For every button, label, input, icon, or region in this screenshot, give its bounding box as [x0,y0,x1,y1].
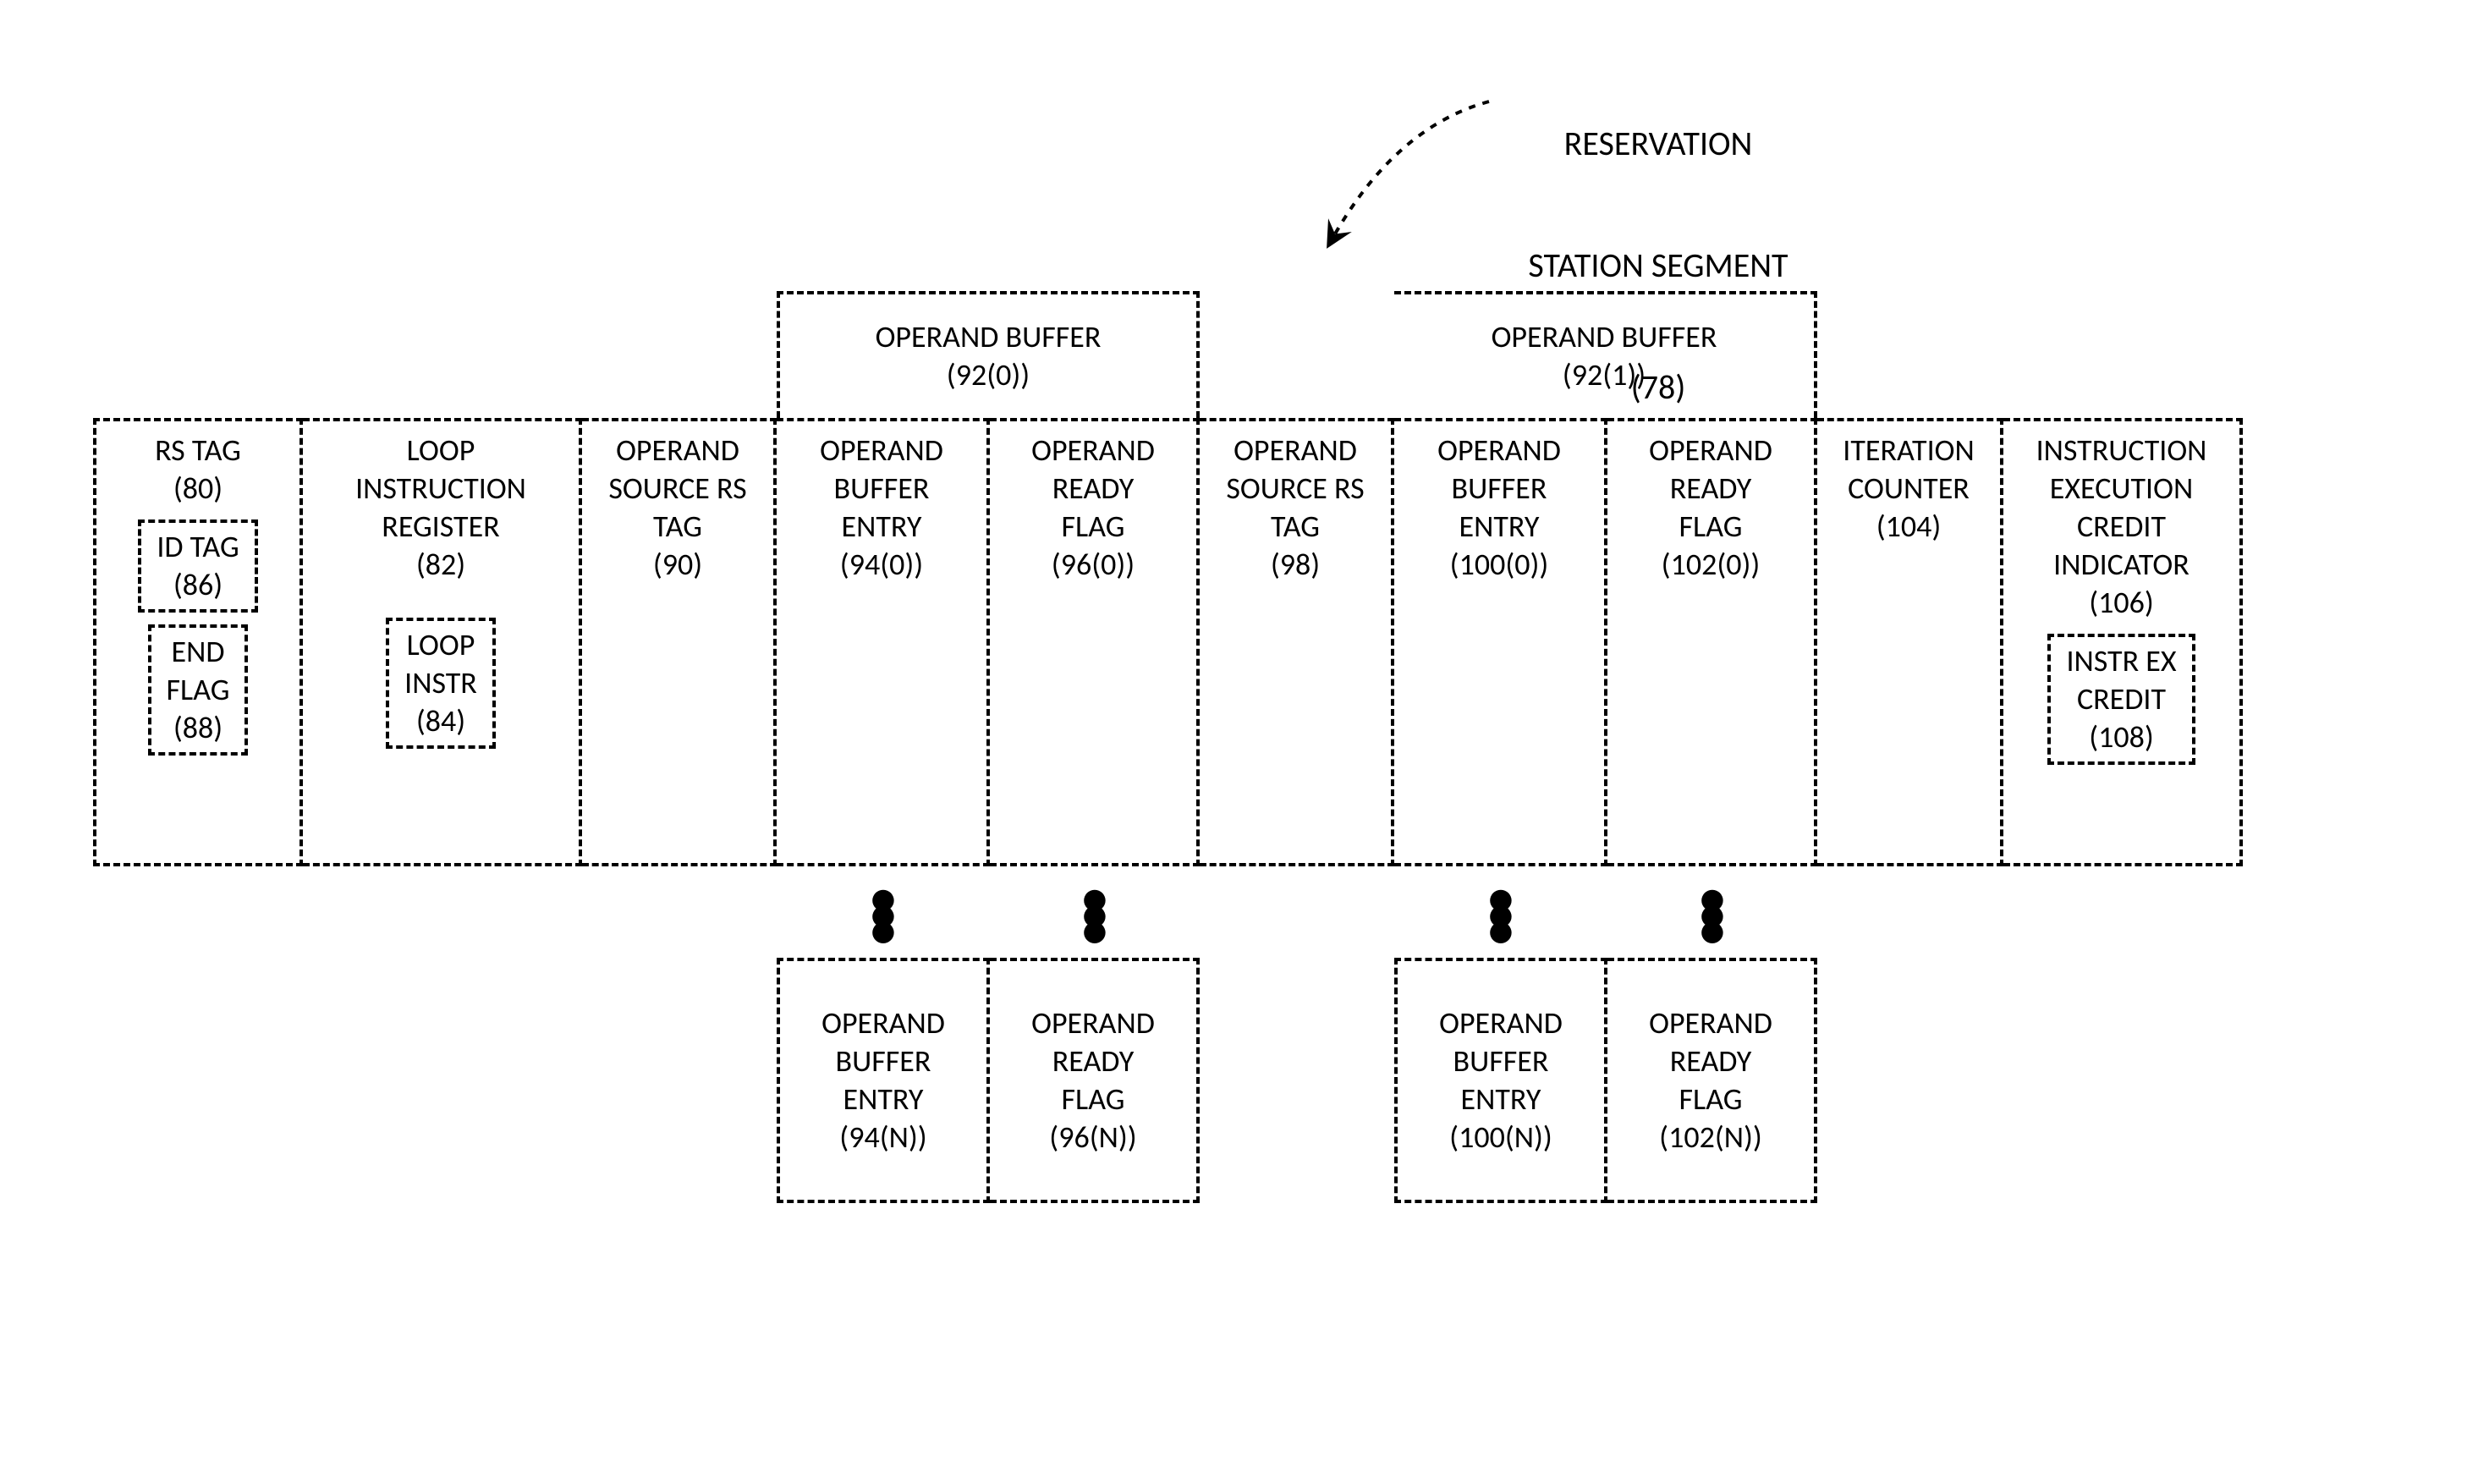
instr-ex-credit-box: INSTR EX CREDIT (108) [2047,634,2195,765]
operand-source-rs-tag-0-label: OPERAND SOURCE RS TAG (90) [608,431,746,584]
loop-instr-label: LOOP INSTR (84) [404,626,477,739]
iteration-counter-cell: ITERATION COUNTER (104) [1817,418,2003,866]
operand-buffer-entry-0-label: OPERAND BUFFER ENTRY (94(0)) [820,431,943,584]
pointer-arrow [1303,93,1506,262]
instruction-execution-credit-indicator-label: INSTRUCTION EXECUTION CREDIT INDICATOR (… [2036,431,2207,622]
operand-ready-flag-1-label: OPERAND READY FLAG (102(0)) [1649,431,1772,584]
header-row: OPERAND BUFFER (92(0)) OPERAND BUFFER (9… [93,291,2243,418]
loop-instruction-register-label: LOOP INSTRUCTION REGISTER (82) [355,431,526,584]
rs-tag-label: RS TAG (80) [155,431,241,508]
loop-instr-box: LOOP INSTR (84) [386,618,496,749]
operand-ready-flag-0-cell: OPERAND READY FLAG (96(0)) [990,418,1200,866]
id-tag-label: ID TAG (86) [157,528,239,603]
end-flag-label: END FLAG (88) [167,633,230,746]
operand-source-rs-tag-0-cell: OPERAND SOURCE RS TAG (90) [582,418,777,866]
ellipsis-icon: ••• [990,866,1200,958]
operand-ready-flag-1n-label: OPERAND READY FLAG (102(N)) [1649,1004,1772,1157]
ellipsis-icon: ••• [777,866,990,958]
operand-buffer-entry-1n-cell: OPERAND BUFFER ENTRY (100(N)) [1394,958,1607,1203]
operand-buffer-entry-1-label: OPERAND BUFFER ENTRY (100(0)) [1437,431,1561,584]
iteration-counter-label: ITERATION COUNTER (104) [1843,431,1974,546]
diagram-main: OPERAND BUFFER (92(0)) OPERAND BUFFER (9… [93,291,2243,1203]
operand-buffer-1-header-text: OPERAND BUFFER (92(1)) [1492,318,1717,394]
operand-buffer-0-header: OPERAND BUFFER (92(0)) [777,291,1200,418]
operand-buffer-entry-1-cell: OPERAND BUFFER ENTRY (100(0)) [1394,418,1607,866]
operand-source-rs-tag-1-label: OPERAND SOURCE RS TAG (98) [1226,431,1364,584]
operand-buffer-entry-0n-label: OPERAND BUFFER ENTRY (94(N)) [821,1004,945,1157]
id-tag-box: ID TAG (86) [138,519,257,613]
operand-ready-flag-0n-cell: OPERAND READY FLAG (96(N)) [990,958,1200,1203]
operand-buffer-1-header: OPERAND BUFFER (92(1)) [1394,291,1817,418]
operand-buffer-entry-1n-label: OPERAND BUFFER ENTRY (100(N)) [1439,1004,1563,1157]
rs-tag-cell: RS TAG (80) ID TAG (86) END FLAG (88) [93,418,303,866]
operand-buffer-0-header-text: OPERAND BUFFER (92(0)) [876,318,1102,394]
instruction-execution-credit-indicator-cell: INSTRUCTION EXECUTION CREDIT INDICATOR (… [2003,418,2243,866]
operand-source-rs-tag-1-cell: OPERAND SOURCE RS TAG (98) [1200,418,1394,866]
operand-ready-flag-0-label: OPERAND READY FLAG (96(0)) [1031,431,1155,584]
main-row: RS TAG (80) ID TAG (86) END FLAG (88) LO… [93,418,2243,866]
operand-ready-flag-1-cell: OPERAND READY FLAG (102(0)) [1607,418,1817,866]
ellipsis-icon: ••• [1607,866,1817,958]
bottom-row: OPERAND BUFFER ENTRY (94(N)) OPERAND REA… [93,958,2243,1203]
operand-ready-flag-1n-cell: OPERAND READY FLAG (102(N)) [1607,958,1817,1203]
instr-ex-credit-label: INSTR EX CREDIT (108) [2066,642,2176,756]
loop-instruction-register-cell: LOOP INSTRUCTION REGISTER (82) LOOP INST… [303,418,582,866]
ellipsis-icon: ••• [1394,866,1607,958]
end-flag-box: END FLAG (88) [148,624,249,756]
operand-buffer-entry-0n-cell: OPERAND BUFFER ENTRY (94(N)) [777,958,990,1203]
operand-buffer-entry-0-cell: OPERAND BUFFER ENTRY (94(0)) [777,418,990,866]
operand-ready-flag-0n-label: OPERAND READY FLAG (96(N)) [1031,1004,1155,1157]
ellipsis-row: ••• ••• ••• ••• [93,866,2243,958]
